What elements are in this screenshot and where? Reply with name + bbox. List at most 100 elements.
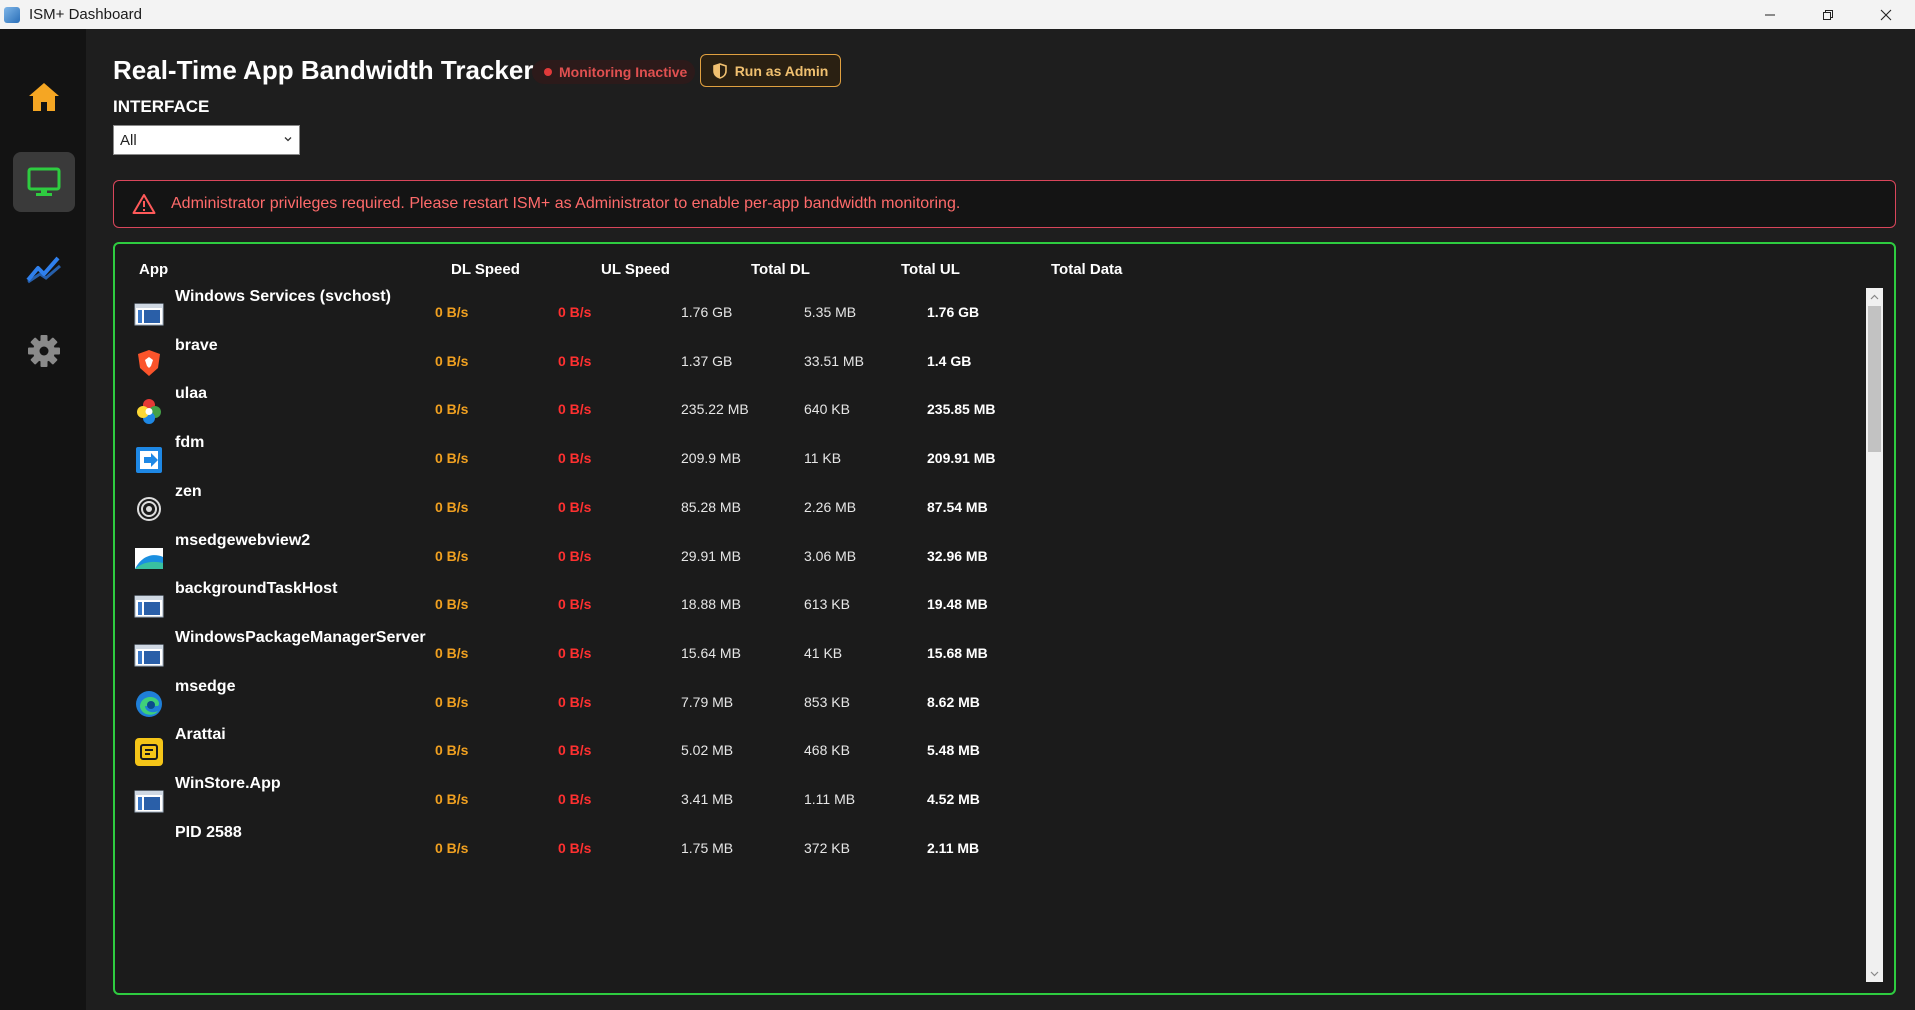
- nav-chart[interactable]: [13, 239, 75, 299]
- total-data-cell: 1.4 GB: [927, 352, 972, 369]
- app-name: PID 2588: [175, 823, 242, 841]
- table-row[interactable]: PID 2588 0 B/s 0 B/s 1.75 MB 372 KB 2.11 MB: [115, 817, 1845, 876]
- scroll-down-button[interactable]: [1866, 965, 1883, 982]
- chart-icon: [26, 256, 61, 284]
- total-dl-cell: 85.28 MB: [681, 498, 741, 515]
- ul-speed-cell: 0 B/s: [558, 693, 592, 710]
- column-header-ul-speed[interactable]: UL Speed: [601, 261, 670, 278]
- window-title: ISM+ Dashboard: [29, 6, 142, 23]
- total-ul-cell: 613 KB: [804, 596, 850, 613]
- total-data-cell: 209.91 MB: [927, 450, 996, 467]
- total-dl-cell: 15.64 MB: [681, 644, 741, 661]
- chevron-down-icon: [284, 137, 292, 142]
- restore-icon: [1823, 9, 1833, 20]
- nav-home[interactable]: [13, 67, 75, 127]
- total-data-cell: 32.96 MB: [927, 547, 988, 564]
- scroll-down-icon: [1870, 971, 1879, 976]
- dl-speed-cell: 0 B/s: [435, 644, 469, 661]
- dl-speed-cell: 0 B/s: [435, 791, 469, 807]
- total-data-cell: 19.48 MB: [927, 596, 988, 613]
- scroll-thumb[interactable]: [1868, 306, 1881, 452]
- status-badge: Monitoring Inactive: [532, 60, 696, 84]
- windows-service-icon: [134, 299, 164, 329]
- total-ul-cell: 5.35 MB: [804, 304, 857, 320]
- total-dl-cell: 235.22 MB: [681, 401, 749, 418]
- ul-speed-cell: 0 B/s: [558, 352, 592, 369]
- monitor-icon: [27, 167, 61, 196]
- interface-label: INTERFACE: [113, 97, 210, 116]
- column-header-dl-speed[interactable]: DL Speed: [451, 261, 520, 278]
- ulaa-icon: [134, 396, 164, 426]
- msedgewebview-icon: [134, 543, 164, 573]
- column-header-app[interactable]: App: [139, 261, 168, 278]
- app-name: ulaa: [175, 385, 208, 403]
- total-dl-cell: 7.79 MB: [681, 693, 734, 710]
- column-header-total-data[interactable]: Total Data: [1051, 261, 1122, 278]
- dl-speed-cell: 0 B/s: [435, 547, 469, 564]
- total-data-cell: 8.62 MB: [927, 693, 980, 710]
- dl-speed-cell: 0 B/s: [435, 693, 469, 710]
- dl-speed-cell: 0 B/s: [435, 304, 469, 320]
- warning-icon: [132, 194, 156, 214]
- total-ul-cell: 3.06 MB: [804, 547, 857, 564]
- column-header-total-dl[interactable]: Total DL: [751, 261, 810, 278]
- app-name: fdm: [175, 434, 205, 452]
- dl-speed-cell: 0 B/s: [435, 401, 469, 418]
- shield-icon: [712, 62, 727, 79]
- app-name: backgroundTaskHost: [175, 580, 338, 598]
- total-dl-cell: 5.02 MB: [681, 742, 734, 759]
- ul-speed-cell: 0 B/s: [558, 401, 592, 418]
- ul-speed-cell: 0 B/s: [558, 839, 592, 856]
- total-ul-cell: 372 KB: [804, 839, 850, 856]
- arattai-icon: [134, 737, 164, 767]
- zen-icon: [134, 494, 164, 524]
- total-dl-cell: 209.9 MB: [681, 450, 741, 467]
- ul-speed-cell: 0 B/s: [558, 547, 592, 564]
- app-name: Windows Services (svchost): [175, 288, 391, 305]
- app-name: Arattai: [175, 726, 226, 744]
- dl-speed-cell: 0 B/s: [435, 352, 469, 369]
- admin-warning-alert: Administrator privileges required. Pleas…: [113, 180, 1896, 228]
- dl-speed-cell: 0 B/s: [435, 498, 469, 515]
- status-dot: [544, 68, 552, 76]
- nav-monitor[interactable]: [13, 152, 75, 212]
- gear-icon: [28, 335, 60, 367]
- fdm-icon: [134, 445, 164, 475]
- total-data-cell: 1.76 GB: [927, 304, 980, 320]
- windows-service-icon: [134, 786, 164, 816]
- app-name: msedgewebview2: [175, 531, 311, 549]
- total-data-cell: 87.54 MB: [927, 498, 988, 515]
- ul-speed-cell: 0 B/s: [558, 304, 592, 320]
- dl-speed-cell: 0 B/s: [435, 450, 469, 467]
- close-button[interactable]: [1857, 0, 1915, 29]
- app-icon: [4, 6, 20, 23]
- minimize-button[interactable]: [1741, 0, 1799, 29]
- total-dl-cell: 18.88 MB: [681, 596, 741, 613]
- bandwidth-table: App DL Speed UL Speed Total DL Total UL …: [113, 242, 1896, 995]
- restore-button[interactable]: [1799, 0, 1857, 29]
- run-as-admin-button[interactable]: Run as Admin: [700, 54, 841, 87]
- total-dl-cell: 3.41 MB: [681, 791, 734, 807]
- table-scrollbar[interactable]: [1866, 288, 1883, 982]
- column-header-total-ul[interactable]: Total UL: [901, 261, 960, 278]
- interface-select[interactable]: All: [113, 125, 300, 155]
- minimize-icon: [1765, 14, 1775, 15]
- windows-service-icon: [134, 591, 164, 621]
- total-ul-cell: 33.51 MB: [804, 352, 864, 369]
- ul-speed-cell: 0 B/s: [558, 596, 592, 613]
- app-name: brave: [175, 336, 218, 354]
- scroll-up-button[interactable]: [1866, 288, 1883, 305]
- app-name: msedge: [175, 677, 236, 695]
- total-data-cell: 15.68 MB: [927, 644, 988, 661]
- ul-speed-cell: 0 B/s: [558, 450, 592, 467]
- dl-speed-cell: 0 B/s: [435, 839, 469, 856]
- total-dl-cell: 29.91 MB: [681, 547, 741, 564]
- main-content: Real-Time App Bandwidth Tracker Monitori…: [86, 29, 1915, 1010]
- nav-settings[interactable]: [13, 321, 75, 381]
- run-as-admin-label: Run as Admin: [734, 62, 829, 79]
- total-ul-cell: 853 KB: [804, 693, 850, 710]
- total-data-cell: 235.85 MB: [927, 401, 996, 418]
- total-dl-cell: 1.37 GB: [681, 352, 733, 369]
- status-text: Monitoring Inactive: [559, 64, 688, 80]
- ul-speed-cell: 0 B/s: [558, 742, 592, 759]
